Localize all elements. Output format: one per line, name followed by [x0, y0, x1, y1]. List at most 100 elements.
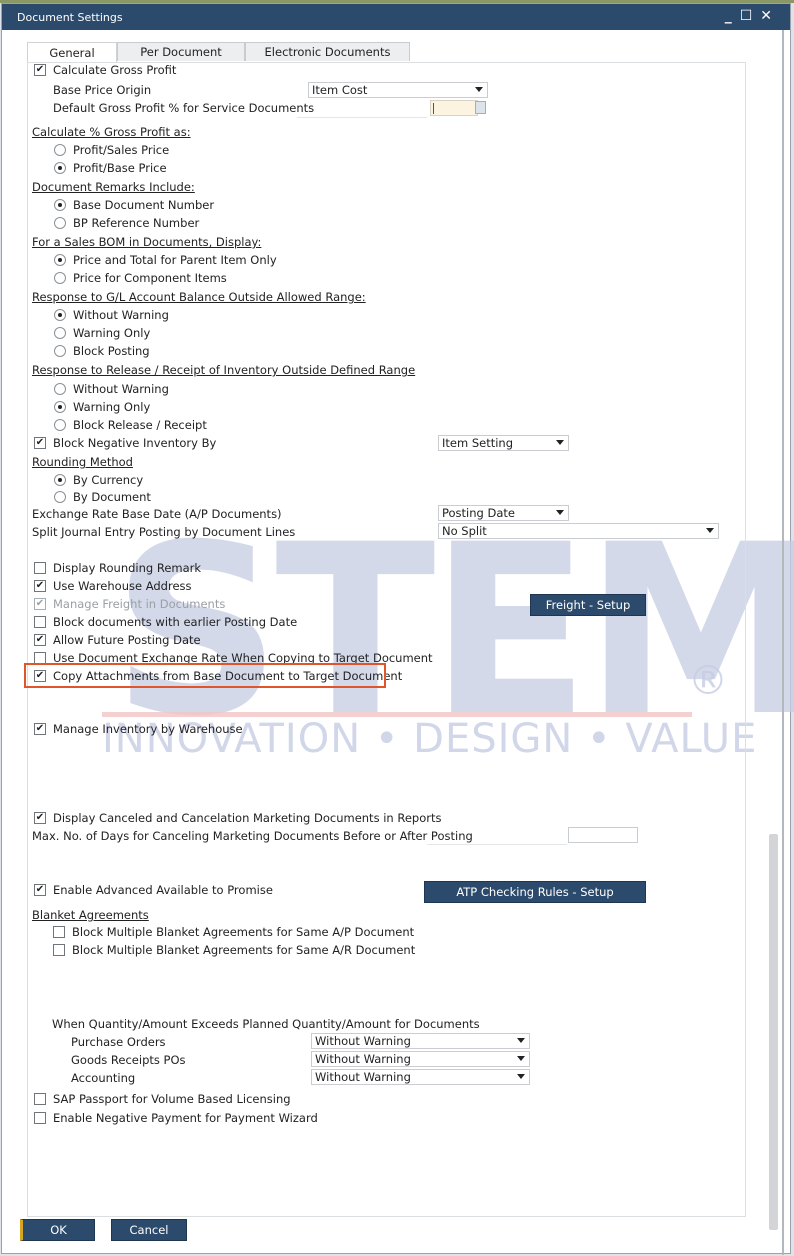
dropdown-arrow-icon [475, 87, 483, 92]
display-rounding-remark-checkbox[interactable] [34, 562, 46, 574]
manage-freight-row: ✔ Manage Freight in Documents [34, 595, 225, 613]
radio-button-selected[interactable] [54, 401, 66, 413]
radio-gl-warning-only[interactable]: Warning Only [54, 324, 150, 342]
radio-button-selected[interactable] [54, 254, 66, 266]
radio-button[interactable] [54, 217, 66, 229]
checkbox-label: Enable Negative Payment for Payment Wiza… [53, 1111, 318, 1125]
vertical-scrollbar-thumb[interactable] [769, 834, 778, 1230]
exceeds-row-label: Accounting [71, 1071, 136, 1085]
block-blanket-ap-row: Block Multiple Blanket Agreements for Sa… [53, 923, 414, 941]
minimize-icon[interactable]: _ [725, 8, 732, 24]
purchase-orders-select[interactable]: Without Warning [311, 1033, 530, 1049]
radio-base-doc-number[interactable]: Base Document Number [54, 196, 214, 214]
block-negative-select[interactable]: Item Setting [438, 435, 569, 451]
radio-gl-block-posting[interactable]: Block Posting [54, 342, 150, 360]
radio-button[interactable] [54, 419, 66, 431]
cancel-button[interactable]: Cancel [111, 1219, 187, 1241]
base-price-origin-value: Item Cost [312, 83, 368, 97]
enable-atp-checkbox[interactable]: ✔ [34, 884, 46, 896]
radio-parent-item-only[interactable]: Price and Total for Parent Item Only [54, 251, 277, 269]
max-days-input[interactable] [568, 827, 638, 843]
checkbox-label: Enable Advanced Available to Promise [53, 883, 273, 897]
atp-checking-rules-button[interactable]: ATP Checking Rules - Setup [424, 881, 646, 903]
block-blanket-ar-row: Block Multiple Blanket Agreements for Sa… [53, 941, 415, 959]
window-title: Document Settings [17, 11, 123, 24]
radio-inv-without-warning[interactable]: Without Warning [54, 380, 169, 398]
goods-receipts-select[interactable]: Without Warning [311, 1051, 530, 1067]
radio-button[interactable] [54, 345, 66, 357]
radio-bp-reference[interactable]: BP Reference Number [54, 214, 199, 232]
accounting-select[interactable]: Without Warning [311, 1069, 530, 1085]
base-price-origin-label: Base Price Origin [53, 83, 152, 97]
freight-setup-button[interactable]: Freight - Setup [530, 594, 646, 616]
calc-percent-header-row: Calculate % Gross Profit as: [32, 123, 191, 141]
block-negative-checkbox[interactable]: ✔ [34, 437, 46, 449]
manage-inventory-checkbox[interactable]: ✔ [34, 723, 46, 735]
radio-profit-base[interactable]: Profit/Base Price [54, 159, 167, 177]
checkbox-label: Display Rounding Remark [53, 561, 202, 575]
max-days-label: Max. No. of Days for Canceling Marketing… [32, 829, 473, 843]
radio-profit-sales[interactable]: Profit/Sales Price [54, 141, 169, 159]
tab-general[interactable]: General [27, 42, 117, 63]
calculator-icon[interactable] [475, 101, 486, 114]
radio-label: Warning Only [73, 400, 151, 414]
radio-by-currency[interactable]: By Currency [54, 471, 143, 489]
title-bar: Document Settings _ ☐ ✕ [2, 4, 790, 30]
default-gp-input[interactable] [430, 100, 478, 116]
document-settings-window: Document Settings _ ☐ ✕ STEM ® INNOVATIO… [1, 3, 794, 1255]
radio-button[interactable] [54, 144, 66, 156]
radio-button-selected[interactable] [54, 162, 66, 174]
exceeds-row-label: Goods Receipts POs [71, 1053, 186, 1067]
radio-gl-without-warning[interactable]: Without Warning [54, 306, 169, 324]
block-blanket-ar-checkbox[interactable] [53, 944, 65, 956]
select-value: Without Warning [315, 1070, 411, 1084]
radio-inv-warning-only[interactable]: Warning Only [54, 398, 150, 416]
dropdown-arrow-icon [517, 1038, 525, 1043]
radio-by-document[interactable]: By Document [54, 488, 151, 506]
select-value: Without Warning [315, 1034, 411, 1048]
text-caret [433, 103, 434, 114]
radio-label: Profit/Base Price [73, 161, 167, 175]
maximize-icon[interactable]: ☐ [740, 8, 753, 24]
tab-electronic-documents[interactable]: Electronic Documents [245, 42, 410, 61]
window-controls: _ ☐ ✕ [725, 8, 772, 24]
radio-button[interactable] [54, 491, 66, 503]
tab-per-document[interactable]: Per Document [117, 42, 245, 61]
checkbox-label: SAP Passport for Volume Based Licensing [53, 1092, 291, 1106]
radio-button-selected[interactable] [54, 474, 66, 486]
split-journal-select[interactable]: No Split [438, 523, 719, 539]
manage-freight-checkbox: ✔ [34, 598, 46, 610]
exchange-rate-select[interactable]: Posting Date [438, 505, 569, 521]
radio-button[interactable] [54, 327, 66, 339]
radio-inv-block-release[interactable]: Block Release / Receipt [54, 416, 207, 434]
radio-label: By Document [73, 490, 151, 504]
blanket-header: Blanket Agreements [32, 908, 149, 922]
exceeds-row-goods-receipts: Goods Receipts POs [71, 1051, 186, 1069]
allow-future-posting-row: ✔ Allow Future Posting Date [34, 631, 201, 649]
exchange-rate-label: Exchange Rate Base Date (A/P Documents) [32, 507, 282, 521]
radio-button[interactable] [54, 272, 66, 284]
allow-future-posting-checkbox[interactable]: ✔ [34, 634, 46, 646]
block-negative-label: Block Negative Inventory By [53, 436, 217, 450]
block-blanket-ap-checkbox[interactable] [53, 926, 65, 938]
use-warehouse-address-checkbox[interactable]: ✔ [34, 580, 46, 592]
radio-button[interactable] [54, 383, 66, 395]
tab-bar: General Per Document Electronic Document… [27, 42, 410, 63]
radio-button-selected[interactable] [54, 309, 66, 321]
sap-passport-checkbox[interactable] [34, 1093, 46, 1105]
base-price-origin-select[interactable]: Item Cost [308, 82, 488, 98]
gl-response-header: Response to G/L Account Balance Outside … [32, 290, 366, 304]
exchange-rate-row: Exchange Rate Base Date (A/P Documents) [32, 505, 282, 523]
radio-label: Block Posting [73, 344, 150, 358]
block-earlier-posting-checkbox[interactable] [34, 616, 46, 628]
ok-button[interactable]: OK [20, 1219, 95, 1241]
radio-button-selected[interactable] [54, 199, 66, 211]
exceeds-header: When Quantity/Amount Exceeds Planned Qua… [52, 1017, 480, 1031]
display-rounding-remark-row: Display Rounding Remark [34, 559, 201, 577]
radio-component-items[interactable]: Price for Component Items [54, 269, 227, 287]
negative-payment-checkbox[interactable] [34, 1112, 46, 1124]
display-canceled-checkbox[interactable]: ✔ [34, 812, 46, 824]
close-icon[interactable]: ✕ [760, 8, 772, 24]
dropdown-arrow-icon [517, 1074, 525, 1079]
calculate-gross-profit-checkbox[interactable]: ✔ [34, 64, 46, 76]
